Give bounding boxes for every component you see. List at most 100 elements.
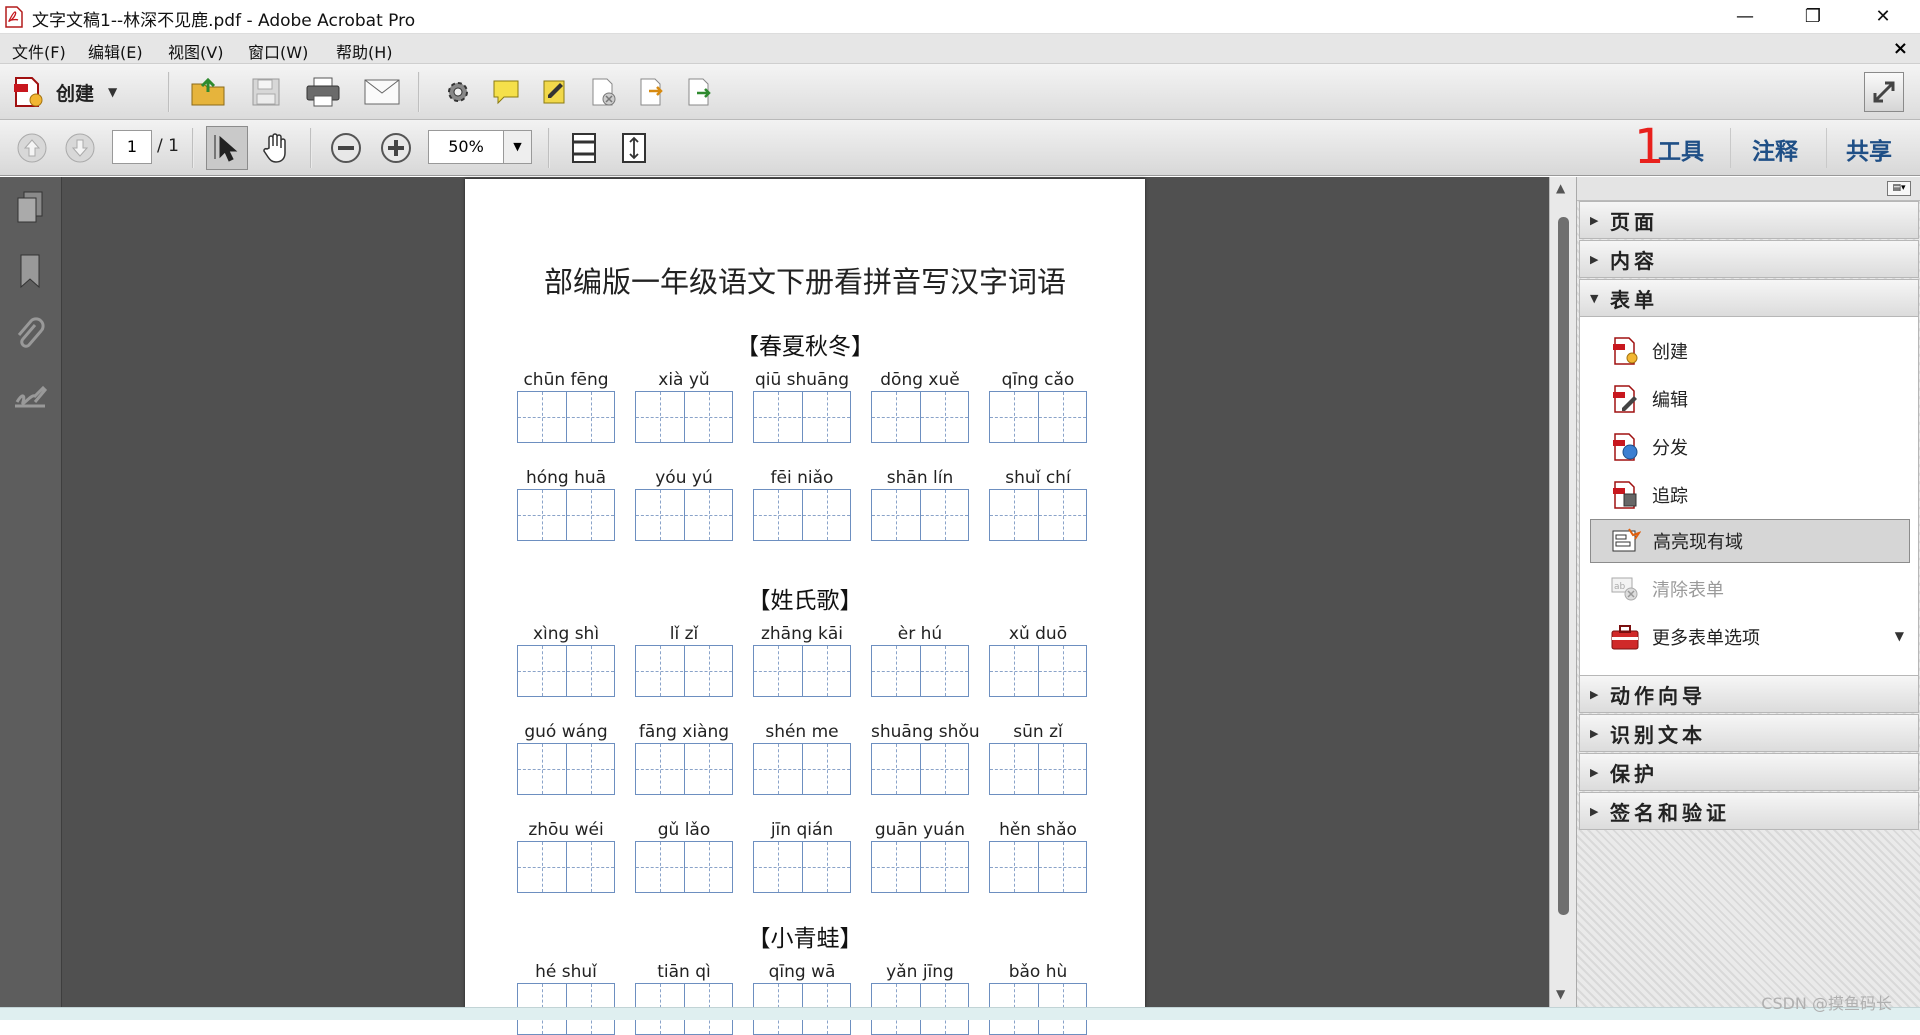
zoom-out-icon[interactable] [326,128,366,168]
sign-document-icon[interactable] [536,72,576,112]
scrollbar-thumb[interactable] [1558,217,1569,915]
acrobat-pdf-icon [5,6,23,28]
menu-window[interactable]: 窗口(W) [248,39,308,63]
form-create-item[interactable]: 创建 [1590,329,1910,373]
fit-page-icon[interactable] [614,128,654,168]
form-edit-item[interactable]: 编辑 [1590,377,1910,421]
page-thumbnails-icon[interactable] [11,187,49,227]
restore-button[interactable]: ❐ [1784,0,1842,34]
document-view[interactable]: 部编版一年级语文下册看拼音写汉字词语 【春夏秋冬】 chūn fēng xià yǔ… [62,177,1549,1035]
writing-grid [517,645,615,697]
zoom-in-icon[interactable] [376,128,416,168]
section-label: 动作向导 [1610,683,1706,708]
open-folder-icon[interactable] [188,72,228,112]
section-pages[interactable]: ▶ 页面 [1579,201,1919,239]
scroll-down-icon[interactable]: ▼ [1556,987,1565,1001]
section-label: 内容 [1610,248,1658,273]
menu-file[interactable]: 文件(F) [12,39,66,63]
minimize-button[interactable]: — [1716,0,1774,34]
fullscreen-expand-icon[interactable] [1864,72,1904,112]
writing-grid [871,391,969,443]
previous-page-icon[interactable] [12,128,52,168]
section-protection[interactable]: ▶ 保护 [1579,753,1919,791]
pinyin-cell: fēi niǎo [753,467,851,541]
form-item-label: 分发 [1652,438,1688,459]
main-toolbar: 创建 ▼ [0,64,1920,120]
section-content[interactable]: ▶ 内容 [1579,240,1919,278]
form-highlight-fields-item[interactable]: 高亮现有域 [1590,519,1910,563]
chevron-down-icon[interactable]: ▼ [503,131,531,163]
panel-header: ▤▾ [1577,177,1920,201]
writing-grid [635,391,733,443]
tab-share[interactable]: 共享 [1846,132,1892,166]
settings-gear-icon[interactable] [438,72,478,112]
form-edit-icon [1608,383,1642,415]
pinyin-cell: xìng shì [517,623,615,697]
panel-options-icon[interactable]: ▤▾ [1887,181,1911,196]
section-heading: 【小青蛙】 [747,926,863,952]
next-page-icon[interactable] [60,128,100,168]
section-forms[interactable]: ▼ 表单 [1579,279,1919,317]
menu-help[interactable]: 帮助(H) [336,39,393,63]
close-document-icon[interactable]: × [1893,38,1908,59]
section-action-wizard[interactable]: ▶ 动作向导 [1579,675,1919,713]
email-icon[interactable] [360,72,404,112]
attachments-paperclip-icon[interactable] [11,315,49,355]
pinyin-cell: shén me [753,721,851,795]
separator [548,128,550,168]
chevron-down-icon[interactable]: ▼ [1895,629,1904,643]
form-distribute-icon [1608,431,1642,463]
scroll-up-icon[interactable]: ▲ [1556,181,1565,195]
watermark: CSDN @摸鱼码长 [1761,994,1892,1013]
pinyin-cell: yǎn jīng [871,961,969,1035]
pinyin-cell: dōng xuě [871,369,969,443]
pinyin-cell: jīn qián [753,819,851,893]
save-icon[interactable] [246,72,286,112]
menu-edit[interactable]: 编辑(E) [88,39,143,63]
section-label: 保护 [1610,761,1658,786]
pinyin-cell: sūn zǐ [989,721,1087,795]
pinyin-text: yóu yú [655,468,713,488]
menu-view[interactable]: 视图(V) [168,39,223,63]
secure-document-icon[interactable] [584,72,624,112]
toolbox-icon [1608,621,1642,653]
tab-comment[interactable]: 注释 [1752,132,1798,166]
pinyin-cell: bǎo hù [989,961,1087,1035]
form-item-label: 创建 [1652,342,1688,363]
section-recognize-text[interactable]: ▶ 识别文本 [1579,714,1919,752]
form-distribute-item[interactable]: 分发 [1590,425,1910,469]
form-clear-item[interactable]: ab 清除表单 [1590,567,1910,611]
form-item-label: 清除表单 [1652,580,1724,601]
vertical-scrollbar[interactable]: ▲ ▼ [1549,177,1576,1007]
writing-grid [871,743,969,795]
forms-section-body: 创建 编辑 分发 追踪 高亮现有域 ab 清除表单 更多表单选项 ▼ [1579,317,1919,675]
send-document-icon[interactable] [680,72,720,112]
form-track-item[interactable]: 追踪 [1590,473,1910,517]
pinyin-text: tiān qì [657,962,711,982]
print-icon[interactable] [302,72,344,112]
signatures-icon[interactable] [11,379,49,419]
collapsed-triangle-icon: ▶ [1590,687,1599,701]
fit-width-icon[interactable] [564,128,604,168]
title-bar: 文字文稿1--林深不见鹿.pdf - Adobe Acrobat Pro — ❐… [0,0,1920,34]
pinyin-cell: xǔ duō [989,623,1087,697]
writing-grid [517,743,615,795]
tab-tools[interactable]: 工具 [1658,132,1704,166]
zoom-select[interactable]: 50% ▼ [428,130,532,164]
export-document-icon[interactable] [632,72,672,112]
pinyin-cell: tiān qì [635,961,733,1035]
bookmarks-icon[interactable] [11,251,49,291]
more-form-options-item[interactable]: 更多表单选项 ▼ [1590,615,1910,659]
comment-bubble-icon[interactable] [486,72,526,112]
close-window-button[interactable]: ✕ [1854,0,1912,34]
create-button[interactable]: 创建 ▼ [10,72,144,112]
page-number-input[interactable]: 1 [112,130,152,164]
section-sign-certify[interactable]: ▶ 签名和验证 [1579,792,1919,830]
select-tool-icon[interactable] [206,126,248,170]
hand-tool-icon[interactable] [256,128,296,168]
separator [310,128,312,168]
collapsed-triangle-icon: ▶ [1590,765,1599,779]
pinyin-text: xià yǔ [658,370,710,390]
pinyin-cell: lǐ zǐ [635,623,733,697]
pinyin-text: èr hú [897,624,943,644]
